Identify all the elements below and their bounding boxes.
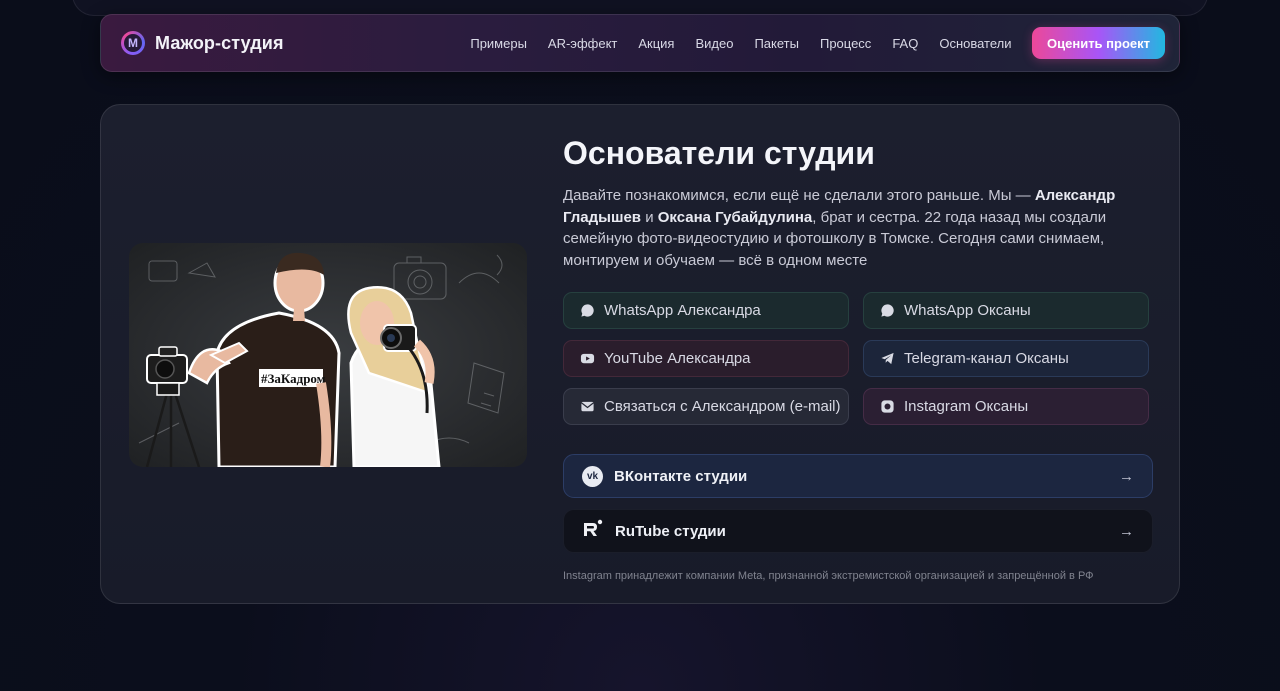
rutube-studio-button[interactable]: RuTube студии → — [563, 509, 1153, 553]
email-alexander-label: Связаться с Александром (e-mail) — [604, 398, 841, 415]
instagram-oksana-label: Instagram Оксаны — [904, 398, 1029, 415]
instagram-icon — [879, 399, 895, 415]
founders-photo-illustration: #ЗаКадром — [138, 252, 505, 467]
estimate-project-button[interactable]: Оценить проект — [1032, 27, 1165, 59]
telegram-oksana-button[interactable]: Telegram-канал Оксаны — [863, 340, 1149, 377]
whatsapp-alexander-button[interactable]: WhatsApp Александра — [563, 292, 849, 329]
rutube-studio-label: RuTube студии — [615, 522, 726, 540]
youtube-alexander-button[interactable]: YouTube Александра — [563, 340, 849, 377]
nav-link-founders[interactable]: Основатели — [939, 36, 1011, 51]
vk-studio-button[interactable]: vk ВКонтакте студии → — [563, 454, 1153, 498]
whatsapp-oksana-button[interactable]: WhatsApp Оксаны — [863, 292, 1149, 329]
nav-link-ar-effect[interactable]: AR-эффект — [548, 36, 617, 51]
mail-icon — [579, 399, 595, 415]
rutube-icon — [582, 519, 604, 543]
telegram-oksana-label: Telegram-канал Оксаны — [904, 350, 1069, 367]
shirt-print-text: #ЗаКадром — [261, 371, 326, 386]
logo-text: Мажор-студия — [155, 32, 284, 53]
nav-link-examples[interactable]: Примеры — [470, 36, 527, 51]
instagram-oksana-button[interactable]: Instagram Оксаны — [863, 388, 1149, 425]
founders-content: Основатели студии Давайте познакомимся, … — [563, 133, 1153, 582]
social-links-grid: WhatsApp Александра WhatsApp Оксаны YouT… — [563, 292, 1153, 425]
nav-links: Примеры AR-эффект Акция Видео Пакеты Про… — [460, 27, 1165, 59]
whatsapp-icon — [579, 303, 595, 319]
email-alexander-button[interactable]: Связаться с Александром (e-mail) — [563, 388, 849, 425]
nav-link-faq[interactable]: FAQ — [892, 36, 918, 51]
top-navbar: M Мажор-студия Примеры AR-эффект Акция В… — [100, 14, 1180, 72]
arrow-right-icon: → — [1119, 467, 1134, 485]
whatsapp-oksana-label: WhatsApp Оксаны — [904, 302, 1031, 319]
logo-letter: M — [124, 34, 142, 52]
whatsapp-icon — [879, 303, 895, 319]
youtube-alexander-label: YouTube Александра — [604, 350, 751, 367]
vk-icon: vk — [582, 465, 603, 487]
vk-studio-label: ВКонтакте студии — [614, 467, 748, 485]
nav-link-process[interactable]: Процесс — [820, 36, 871, 51]
nav-link-packages[interactable]: Пакеты — [754, 36, 799, 51]
logo[interactable]: M Мажор-студия — [121, 31, 284, 55]
youtube-icon — [579, 351, 595, 367]
founders-card: #ЗаКадром Основатели студии Давайте позн… — [100, 104, 1180, 604]
nav-link-promo[interactable]: Акция — [638, 36, 674, 51]
nav-link-video[interactable]: Видео — [695, 36, 733, 51]
section-title: Основатели студии — [563, 135, 875, 171]
intro-paragraph: Давайте познакомимся, если ещё не сделал… — [563, 185, 1153, 271]
intro-text-and: и — [641, 208, 658, 226]
intro-text-1: Давайте познакомимся, если ещё не сделал… — [563, 187, 1035, 204]
logo-mark-icon: M — [121, 31, 145, 55]
whatsapp-alexander-label: WhatsApp Александра — [604, 302, 761, 319]
arrow-right-icon: → — [1119, 522, 1134, 540]
telegram-icon — [879, 351, 895, 367]
founder-name-2: Оксана Губайдулина — [657, 208, 813, 226]
meta-disclaimer: Instagram принадлежит компании Meta, при… — [563, 570, 1094, 582]
founders-photo: #ЗаКадром — [129, 243, 527, 467]
